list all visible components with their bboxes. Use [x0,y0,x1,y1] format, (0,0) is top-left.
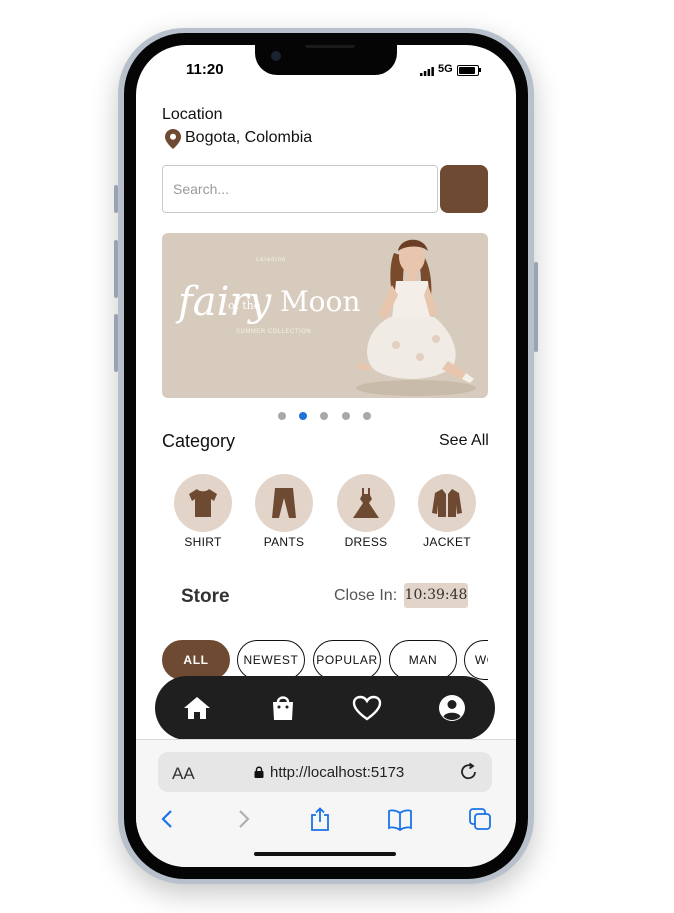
home-indicator [254,852,396,856]
carousel-dot-5[interactable] [363,412,371,420]
banner-brand: caladino [256,257,287,263]
battery-tip [479,68,481,72]
shopping-bag-icon[interactable] [267,692,299,724]
bottom-nav [155,676,495,740]
signal-icon [420,67,434,76]
tabs-icon[interactable] [467,806,493,832]
user-icon[interactable] [436,692,468,724]
reload-icon[interactable] [458,761,480,783]
carousel-dot-3[interactable] [320,412,328,420]
power-button [534,262,538,352]
banner-model-photo [356,239,476,396]
bookmarks-icon[interactable] [387,806,413,832]
forward-icon[interactable] [230,806,256,832]
carousel-dot-2[interactable] [299,412,307,420]
location-label: Location [162,106,223,123]
category-dress-button[interactable] [337,474,395,532]
banner-subtitle: SUMMER COLLECTION [236,329,312,335]
carousel-dot-4[interactable] [342,412,350,420]
battery-icon [457,65,479,76]
category-jacket-button[interactable] [418,474,476,532]
network-type: 5G [438,63,453,75]
promo-banner[interactable]: caladino fairy of the Moon SUMMER COLLEC… [162,233,488,398]
pants-icon [272,488,296,518]
address-bar[interactable]: AA http://localhost:5173 [158,752,492,792]
store-title: Store [181,586,230,607]
category-shirt-button[interactable] [174,474,232,532]
category-label: JACKET [423,535,471,549]
dress-icon [353,488,379,518]
countdown-timer: 10:39:48 [404,583,468,608]
battery-level [459,67,475,74]
heart-icon[interactable] [351,692,383,724]
filter-chip-man[interactable]: MAN [389,640,457,680]
shirt-icon [189,489,217,517]
mute-switch [114,185,118,213]
volume-down-button [114,314,118,372]
category-title: Category [162,431,236,451]
category-label: SHIRT [184,535,222,549]
speaker [305,45,355,48]
notch [255,45,397,75]
browser-toolbar: AA http://localhost:5173 [136,739,516,867]
lock-icon [254,766,264,778]
jacket-icon [432,489,462,517]
location-pin-icon [165,129,181,149]
location-value[interactable]: Bogota, Colombia [185,129,312,147]
volume-up-button [114,240,118,298]
filter-chip-woman[interactable]: WOMAN [464,640,488,680]
home-icon[interactable] [181,692,213,724]
back-icon[interactable] [155,806,181,832]
banner-title-of-the: of the [228,299,261,312]
front-camera [271,51,281,61]
see-all-link[interactable]: See All [439,432,489,450]
reader-aa-button[interactable]: AA [172,764,195,784]
filter-chip-popular[interactable]: POPULAR [313,640,381,680]
share-icon[interactable] [307,806,333,832]
status-time: 11:20 [186,61,224,78]
category-pants-button[interactable] [255,474,313,532]
category-label: DRESS [344,535,388,549]
category-label: PANTS [263,535,305,549]
close-in-label: Close In: [334,587,398,604]
filter-chip-newest[interactable]: NEWEST [237,640,305,680]
search-input[interactable] [162,165,438,213]
url-text[interactable]: http://localhost:5173 [270,764,404,781]
carousel-dot-1[interactable] [278,412,286,420]
phone-screen: 11:20 5G Location Bogota, Colombia calad… [136,45,516,867]
filter-chip-all[interactable]: ALL [162,640,230,680]
search-button[interactable] [440,165,488,213]
